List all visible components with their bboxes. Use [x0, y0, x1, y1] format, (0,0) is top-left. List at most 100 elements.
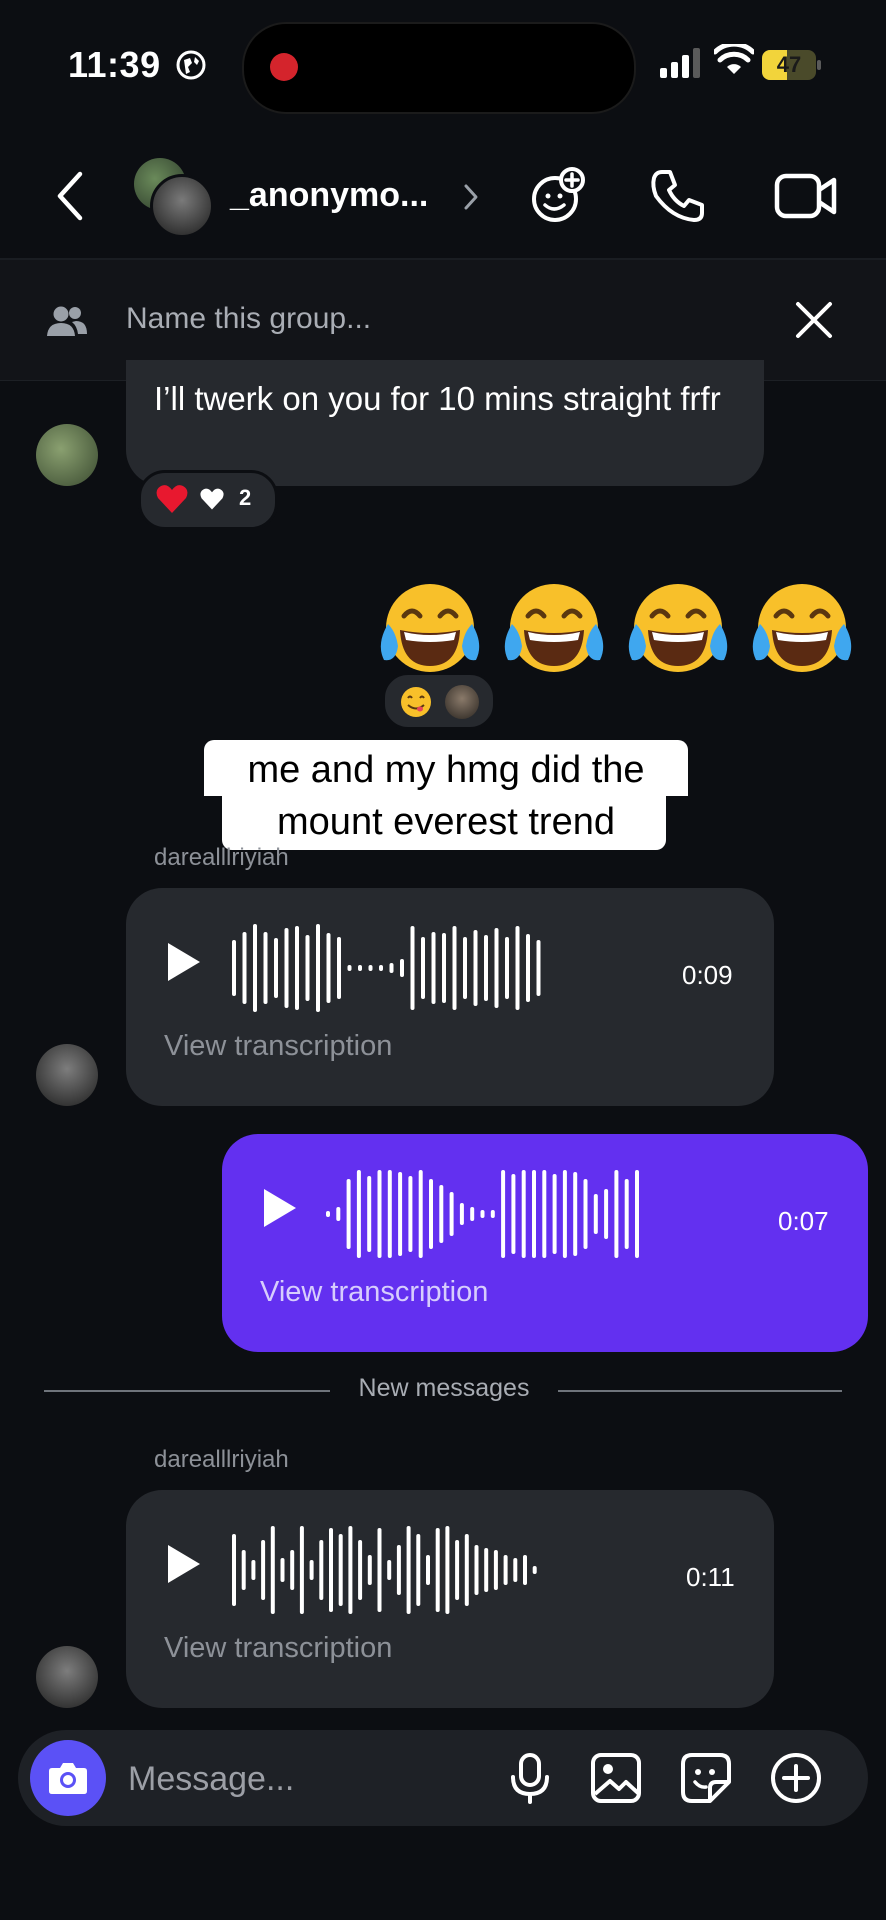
waveform-bar	[356, 1170, 361, 1258]
sender-name: darealllriyiah	[154, 844, 289, 871]
waveform-bar	[463, 937, 467, 999]
waveform-bar	[389, 963, 394, 973]
waveform-bar	[449, 1192, 454, 1236]
group-avatar[interactable]	[134, 158, 214, 238]
video-caption: me and my hmg did the mount everest tren…	[247, 749, 645, 843]
waveform-bar	[326, 933, 331, 1003]
avatar[interactable]	[36, 424, 98, 486]
camera-button[interactable]	[30, 1740, 106, 1816]
waveform-bar	[532, 1170, 536, 1258]
people-icon	[47, 306, 87, 336]
waveform-bar	[521, 1170, 526, 1258]
waveform-bar	[326, 1211, 330, 1217]
message-text: I’ll twerk on you for 10 mins straight f…	[154, 380, 721, 417]
effects-icon[interactable]	[528, 166, 588, 226]
waveform-bar	[503, 1555, 508, 1585]
waveform-bar	[299, 1526, 304, 1614]
conversation-title[interactable]: _anonymo...	[230, 176, 428, 215]
sticker-icon[interactable]	[678, 1750, 734, 1806]
waveform-bar	[614, 1170, 619, 1258]
recording-indicator	[270, 53, 298, 81]
tears-of-joy-emoji-icon	[628, 584, 728, 672]
waveform-bar	[624, 1179, 629, 1249]
waveform-bar	[316, 924, 320, 1012]
waveform-bar	[358, 965, 362, 971]
waveform-bar	[337, 937, 341, 999]
reactions-pill[interactable]	[382, 672, 496, 730]
waveform-bar	[455, 1540, 460, 1600]
waveform	[326, 1170, 639, 1258]
waveform-bar	[261, 1540, 266, 1600]
waveform-bar	[604, 1189, 609, 1239]
play-icon[interactable]	[164, 1542, 204, 1586]
play-icon[interactable]	[164, 940, 204, 984]
avatar[interactable]	[36, 1044, 98, 1106]
waveform-bar	[377, 1170, 382, 1258]
phone-call-icon[interactable]	[648, 166, 708, 226]
waveform-bar	[416, 1534, 421, 1606]
waveform-bar	[515, 926, 520, 1010]
tears-of-joy-emoji-icon	[504, 584, 604, 672]
voice-message-bubble[interactable]: 0:09 View transcription	[126, 888, 774, 1106]
waveform-bar	[348, 1526, 353, 1614]
play-icon[interactable]	[260, 1186, 300, 1230]
status-time: 11:39	[68, 44, 161, 85]
waveform-bar	[400, 959, 404, 977]
reaction-count: 2	[239, 485, 252, 510]
view-transcription-link[interactable]: View transcription	[164, 1632, 392, 1665]
new-messages-label: New messages	[358, 1374, 530, 1402]
gallery-icon[interactable]	[588, 1750, 644, 1806]
waveform-bar	[284, 928, 289, 1008]
waveform	[232, 924, 541, 1012]
waveform-bar	[319, 1540, 324, 1600]
waveform-bar	[280, 1558, 285, 1582]
waveform-bar	[377, 1528, 382, 1612]
waveform-bar	[367, 1176, 372, 1252]
yum-emoji-icon	[401, 687, 431, 717]
waveform-bar	[408, 1176, 413, 1252]
waveform-bar	[474, 1545, 479, 1595]
red-heart-icon	[156, 485, 188, 513]
waveform-bar	[511, 1174, 516, 1254]
waveform-bar	[493, 1550, 498, 1590]
white-heart-icon	[200, 488, 224, 510]
waveform-bar	[536, 940, 541, 996]
waveform-bar	[346, 1179, 351, 1249]
tears-of-joy-emoji-icon	[380, 584, 480, 672]
avatar[interactable]	[36, 1646, 98, 1708]
waveform-bar	[513, 1558, 518, 1582]
waveform-bar	[429, 1179, 433, 1249]
back-chevron-icon[interactable]	[52, 170, 88, 222]
voice-message-bubble[interactable]: 0:11 View transcription	[126, 1490, 774, 1708]
name-group-input[interactable]: Name this group...	[126, 302, 371, 336]
waveform-bar	[583, 1179, 588, 1249]
divider-line	[558, 1390, 842, 1392]
waveform-bar	[573, 1172, 578, 1256]
waveform-bar	[542, 1170, 547, 1258]
close-icon[interactable]	[794, 300, 834, 340]
video-call-icon[interactable]	[774, 170, 838, 222]
wifi-icon	[714, 44, 754, 74]
reactions-pill[interactable]: 2	[138, 470, 278, 530]
waveform-bar	[421, 937, 425, 999]
waveform-bar	[505, 937, 509, 999]
microphone-icon[interactable]	[502, 1750, 558, 1806]
waveform-bar	[526, 934, 530, 1002]
chevron-right-icon[interactable]	[462, 182, 480, 212]
waveform-bar	[329, 1528, 333, 1612]
waveform-bar	[242, 932, 247, 1004]
message-input[interactable]	[126, 1752, 470, 1806]
waveform-bar	[406, 1526, 411, 1614]
globe-icon	[176, 50, 206, 80]
waveform-bar	[464, 1534, 469, 1606]
waveform-bar	[523, 1555, 527, 1585]
emoji-message[interactable]	[374, 574, 874, 686]
outgoing-voice-message-bubble[interactable]: 0:07 View transcription	[222, 1134, 868, 1352]
view-transcription-link[interactable]: View transcription	[164, 1030, 392, 1063]
add-icon[interactable]	[768, 1750, 824, 1806]
waveform-bar	[418, 1170, 423, 1258]
waveform-bar	[263, 932, 268, 1004]
view-transcription-link[interactable]: View transcription	[260, 1276, 488, 1309]
waveform-bar	[309, 1560, 314, 1580]
waveform-bar	[452, 926, 457, 1010]
